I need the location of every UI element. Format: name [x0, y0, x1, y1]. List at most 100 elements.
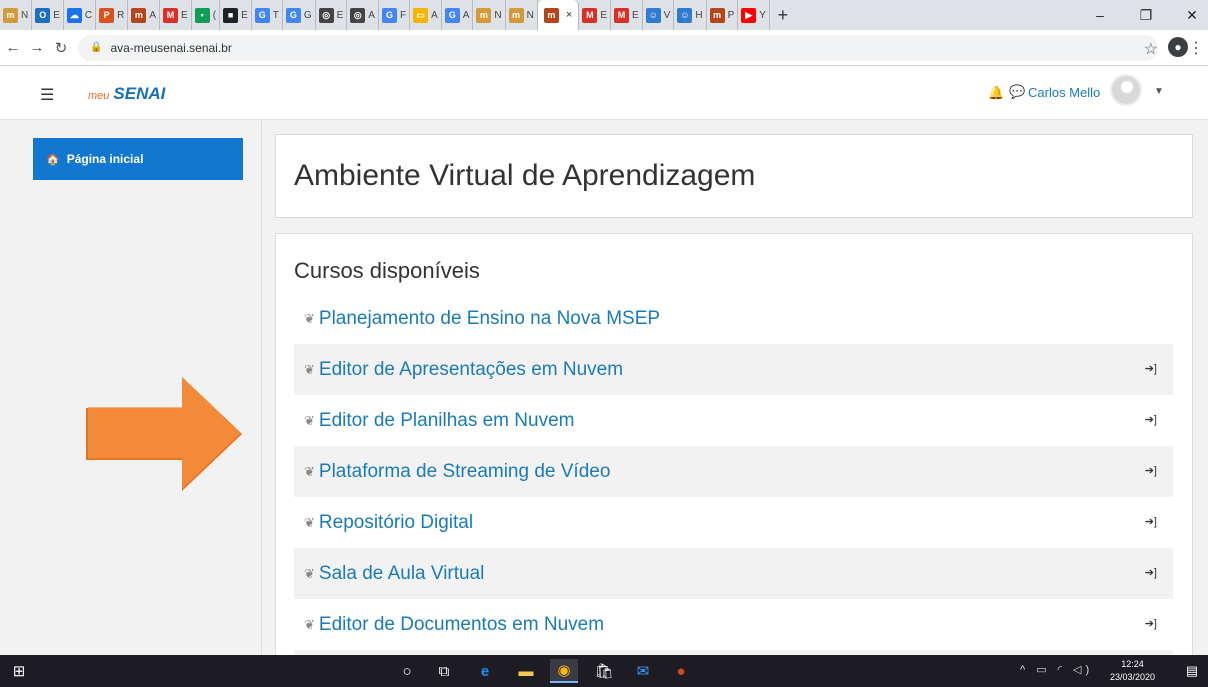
course-link[interactable]: Plataforma de Streaming de Vídeo [319, 461, 611, 483]
edge-browser-icon[interactable]: e [472, 659, 498, 683]
browser-tab[interactable]: GF [379, 0, 411, 30]
enrol-sign-in-icon[interactable]: ➔] [1145, 566, 1157, 579]
user-name[interactable]: Carlos Mello [1028, 85, 1100, 100]
browser-tab[interactable]: ☁ C [64, 0, 97, 30]
address-bar[interactable]: 🔒 ava-meusenai.senai.br [78, 34, 1158, 61]
reload-icon[interactable]: ↻ [50, 39, 72, 57]
browser-tab[interactable]: ME [160, 0, 192, 30]
enrol-sign-in-icon[interactable]: ➔] [1145, 362, 1157, 375]
browser-tab[interactable]: OE [32, 0, 64, 30]
tab-label: C [84, 9, 93, 21]
avatar[interactable] [1110, 74, 1142, 106]
course-icon: ❦ [304, 565, 315, 581]
browser-tab[interactable]: ▭ A [410, 0, 442, 30]
new-tab-button[interactable]: + [770, 5, 796, 26]
browser-tab[interactable]: ☺ V [643, 0, 675, 30]
enrol-sign-in-icon[interactable]: ➔] [1145, 617, 1157, 630]
close-icon[interactable]: ✕ [1172, 0, 1208, 30]
browser-tab[interactable]: •( [192, 0, 221, 30]
course-list-item[interactable]: ❦ Repositório Digital ➔] [294, 497, 1173, 548]
messages-icon[interactable]: 💬 [1009, 84, 1025, 100]
enrol-sign-in-icon[interactable]: ➔] [1145, 515, 1157, 528]
back-arrow-icon[interactable]: ← [2, 39, 24, 56]
course-link[interactable]: Editor de Planilhas em Nuvem [319, 410, 575, 432]
browser-tab[interactable]: PR [96, 0, 129, 30]
course-link[interactable]: Sala de Aula Virtual [319, 563, 485, 585]
browser-tab[interactable]: ME [611, 0, 643, 30]
browser-tab[interactable]: ☺ H [674, 0, 707, 30]
clock-time: 12:24 [1121, 659, 1144, 669]
mail-icon[interactable]: ✉ [630, 659, 656, 683]
courses-card: Cursos disponíveis ❦ Planejamento de Ensi… [275, 233, 1193, 663]
search-icon[interactable]: ○ [395, 659, 419, 683]
course-list-item[interactable]: ❦ Sala de Aula Virtual ➔] [294, 548, 1173, 599]
forward-arrow-icon[interactable]: → [26, 39, 48, 56]
course-link[interactable]: Planejamento de Ensino na Nova MSEP [319, 308, 660, 330]
file-explorer-icon[interactable]: ▬ [513, 659, 539, 683]
browser-tab[interactable]: mN [0, 0, 33, 30]
page-header-card: Ambiente Virtual de Aprendizagem [275, 134, 1193, 218]
course-link[interactable]: Repositório Digital [319, 512, 473, 534]
browser-tab[interactable]: ◎ E [316, 0, 348, 30]
windows-taskbar: ⊞ ○ ⧉ e ▬ ◉ 🛍 ✉ ● ^ ▭ ◜ ◁) 12:24 23/03/2… [0, 655, 1208, 687]
chevron-down-icon[interactable]: ▼ [1154, 86, 1164, 97]
tab-favicon-icon: O [35, 7, 51, 23]
tab-label: E [336, 9, 344, 21]
course-icon: ❦ [304, 514, 315, 530]
tab-favicon-icon: ☁ [66, 7, 82, 23]
notification-bell-icon[interactable]: 🔔 [988, 85, 1004, 101]
tab-favicon-icon: ☺ [645, 7, 661, 23]
enrol-sign-in-icon[interactable]: ➔] [1145, 413, 1157, 426]
course-list-item[interactable]: ❦ Editor de Planilhas em Nuvem ➔] [294, 395, 1173, 446]
browser-tab[interactable]: mN [506, 0, 538, 30]
course-list-item[interactable]: ❦ Editor de Apresentações em Nuvem ➔] [294, 344, 1173, 395]
profile-icon[interactable]: ● [1168, 37, 1188, 57]
tab-label: N [21, 9, 29, 21]
tab-favicon-icon: m [3, 7, 18, 23]
browser-tab-active[interactable]: m × [537, 0, 580, 30]
browser-tab[interactable]: GG [283, 0, 316, 30]
browser-tab[interactable]: mN [473, 0, 506, 30]
tab-favicon-icon: ▭ [413, 7, 429, 23]
menu-kebab-icon[interactable]: ⋮ [1188, 38, 1204, 58]
tab-label: A [149, 9, 157, 21]
tab-label: E [632, 9, 639, 21]
tab-favicon-icon: ☺ [677, 7, 693, 23]
section-title: Cursos disponíveis [294, 258, 480, 283]
browser-tab[interactable]: GT [252, 0, 283, 30]
browser-tab[interactable]: ME [579, 0, 611, 30]
page-title: Ambiente Virtual de Aprendizagem [294, 159, 756, 192]
notifications-icon[interactable]: ▤ [1180, 659, 1204, 683]
course-list-item[interactable]: ❦ Plataforma de Streaming de Vídeo ➔] [294, 446, 1173, 497]
task-view-icon[interactable]: ⧉ [432, 659, 456, 683]
store-icon[interactable]: 🛍 [591, 659, 617, 683]
browser-tab[interactable]: mA [128, 0, 161, 30]
course-icon: ❦ [304, 310, 315, 326]
browser-tab[interactable]: ▶ Y [738, 0, 770, 30]
minimize-icon[interactable]: – [1080, 0, 1120, 30]
tab-close-icon[interactable]: × [566, 9, 572, 21]
tab-favicon-icon: ■ [223, 7, 239, 23]
chrome-browser-icon[interactable]: ◉ [550, 659, 578, 683]
powerpoint-icon[interactable]: ● [668, 659, 694, 683]
sidebar-item-home[interactable]: 🏠 Página inicial [33, 138, 243, 180]
windows-start-icon[interactable]: ⊞ [8, 659, 30, 683]
clock[interactable]: 12:24 23/03/2020 [1110, 658, 1155, 684]
enrol-sign-in-icon[interactable]: ➔] [1145, 464, 1157, 477]
browser-tab[interactable]: mP [707, 0, 739, 30]
hamburger-menu-icon[interactable]: ☰ [40, 85, 54, 105]
maximize-icon[interactable]: ❐ [1126, 0, 1166, 30]
course-list-item[interactable]: ❦ Editor de Documentos em Nuvem ➔] [294, 599, 1173, 650]
tab-favicon-icon: G [254, 7, 270, 23]
tab-favicon-icon: m [131, 7, 147, 23]
system-tray[interactable]: ^ ▭ ◜ ◁) [1020, 663, 1093, 676]
course-link[interactable]: Editor de Apresentações em Nuvem [319, 359, 623, 381]
site-logo[interactable]: meu SENAI [88, 84, 165, 104]
browser-tab[interactable]: GA [442, 0, 474, 30]
browser-tab[interactable]: ■ E [220, 0, 252, 30]
course-link[interactable]: Editor de Documentos em Nuvem [319, 614, 604, 636]
browser-tab[interactable]: ◎ A [347, 0, 379, 30]
tab-favicon-icon: M [163, 7, 179, 23]
bookmark-star-icon[interactable]: ☆ [1144, 39, 1158, 59]
course-list-item[interactable]: ❦ Planejamento de Ensino na Nova MSEP [294, 293, 1173, 344]
